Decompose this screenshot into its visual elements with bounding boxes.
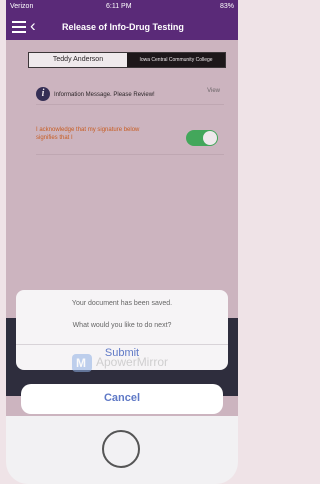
home-area [6,416,238,484]
sheet-divider [16,344,228,345]
next-question: What would you like to do next? [72,322,172,329]
saved-message: Your document has been saved. [71,300,173,307]
apowermirror-watermark: ApowerMirror [66,348,206,378]
phone-device: Verizon 6:11 PM 83% ‹ Release of Info-Dr… [0,0,244,484]
apowermirror-logo-icon [72,354,92,372]
battery-label: 83% [219,3,234,10]
nav-bar: ‹ Release of Info-Drug Testing [6,14,238,40]
back-chevron-icon[interactable]: ‹ [30,17,36,34]
screen: Verizon 6:11 PM 83% ‹ Release of Info-Dr… [6,0,238,416]
hamburger-menu-icon[interactable] [12,21,26,33]
status-bar: Verizon 6:11 PM 83% [6,0,238,14]
watermark-text: ApowerMirror [96,355,169,369]
cancel-button[interactable]: Cancel [21,384,223,414]
home-button[interactable] [102,430,140,468]
clock: 6:11 PM [106,3,132,10]
cancel-label: Cancel [103,392,141,404]
carrier-label: Verizon [10,3,34,10]
page-title: Release of Info-Drug Testing [62,22,184,32]
